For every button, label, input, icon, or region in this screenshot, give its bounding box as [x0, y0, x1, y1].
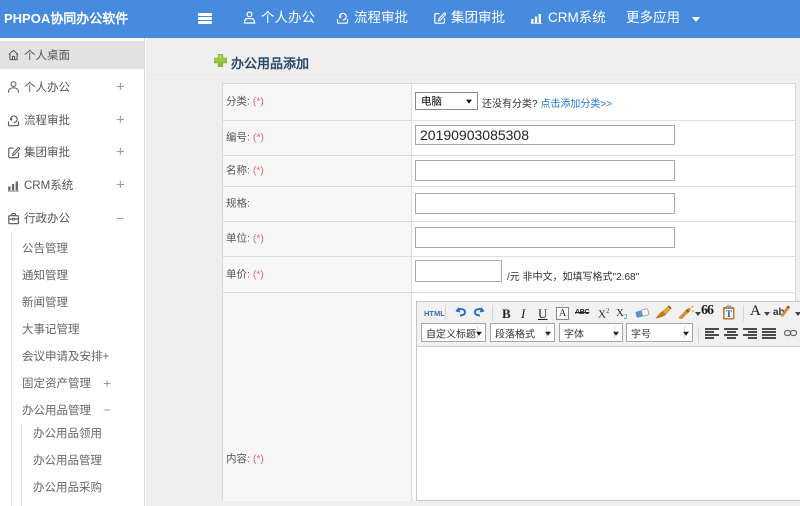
svg-text:T: T — [726, 310, 733, 320]
